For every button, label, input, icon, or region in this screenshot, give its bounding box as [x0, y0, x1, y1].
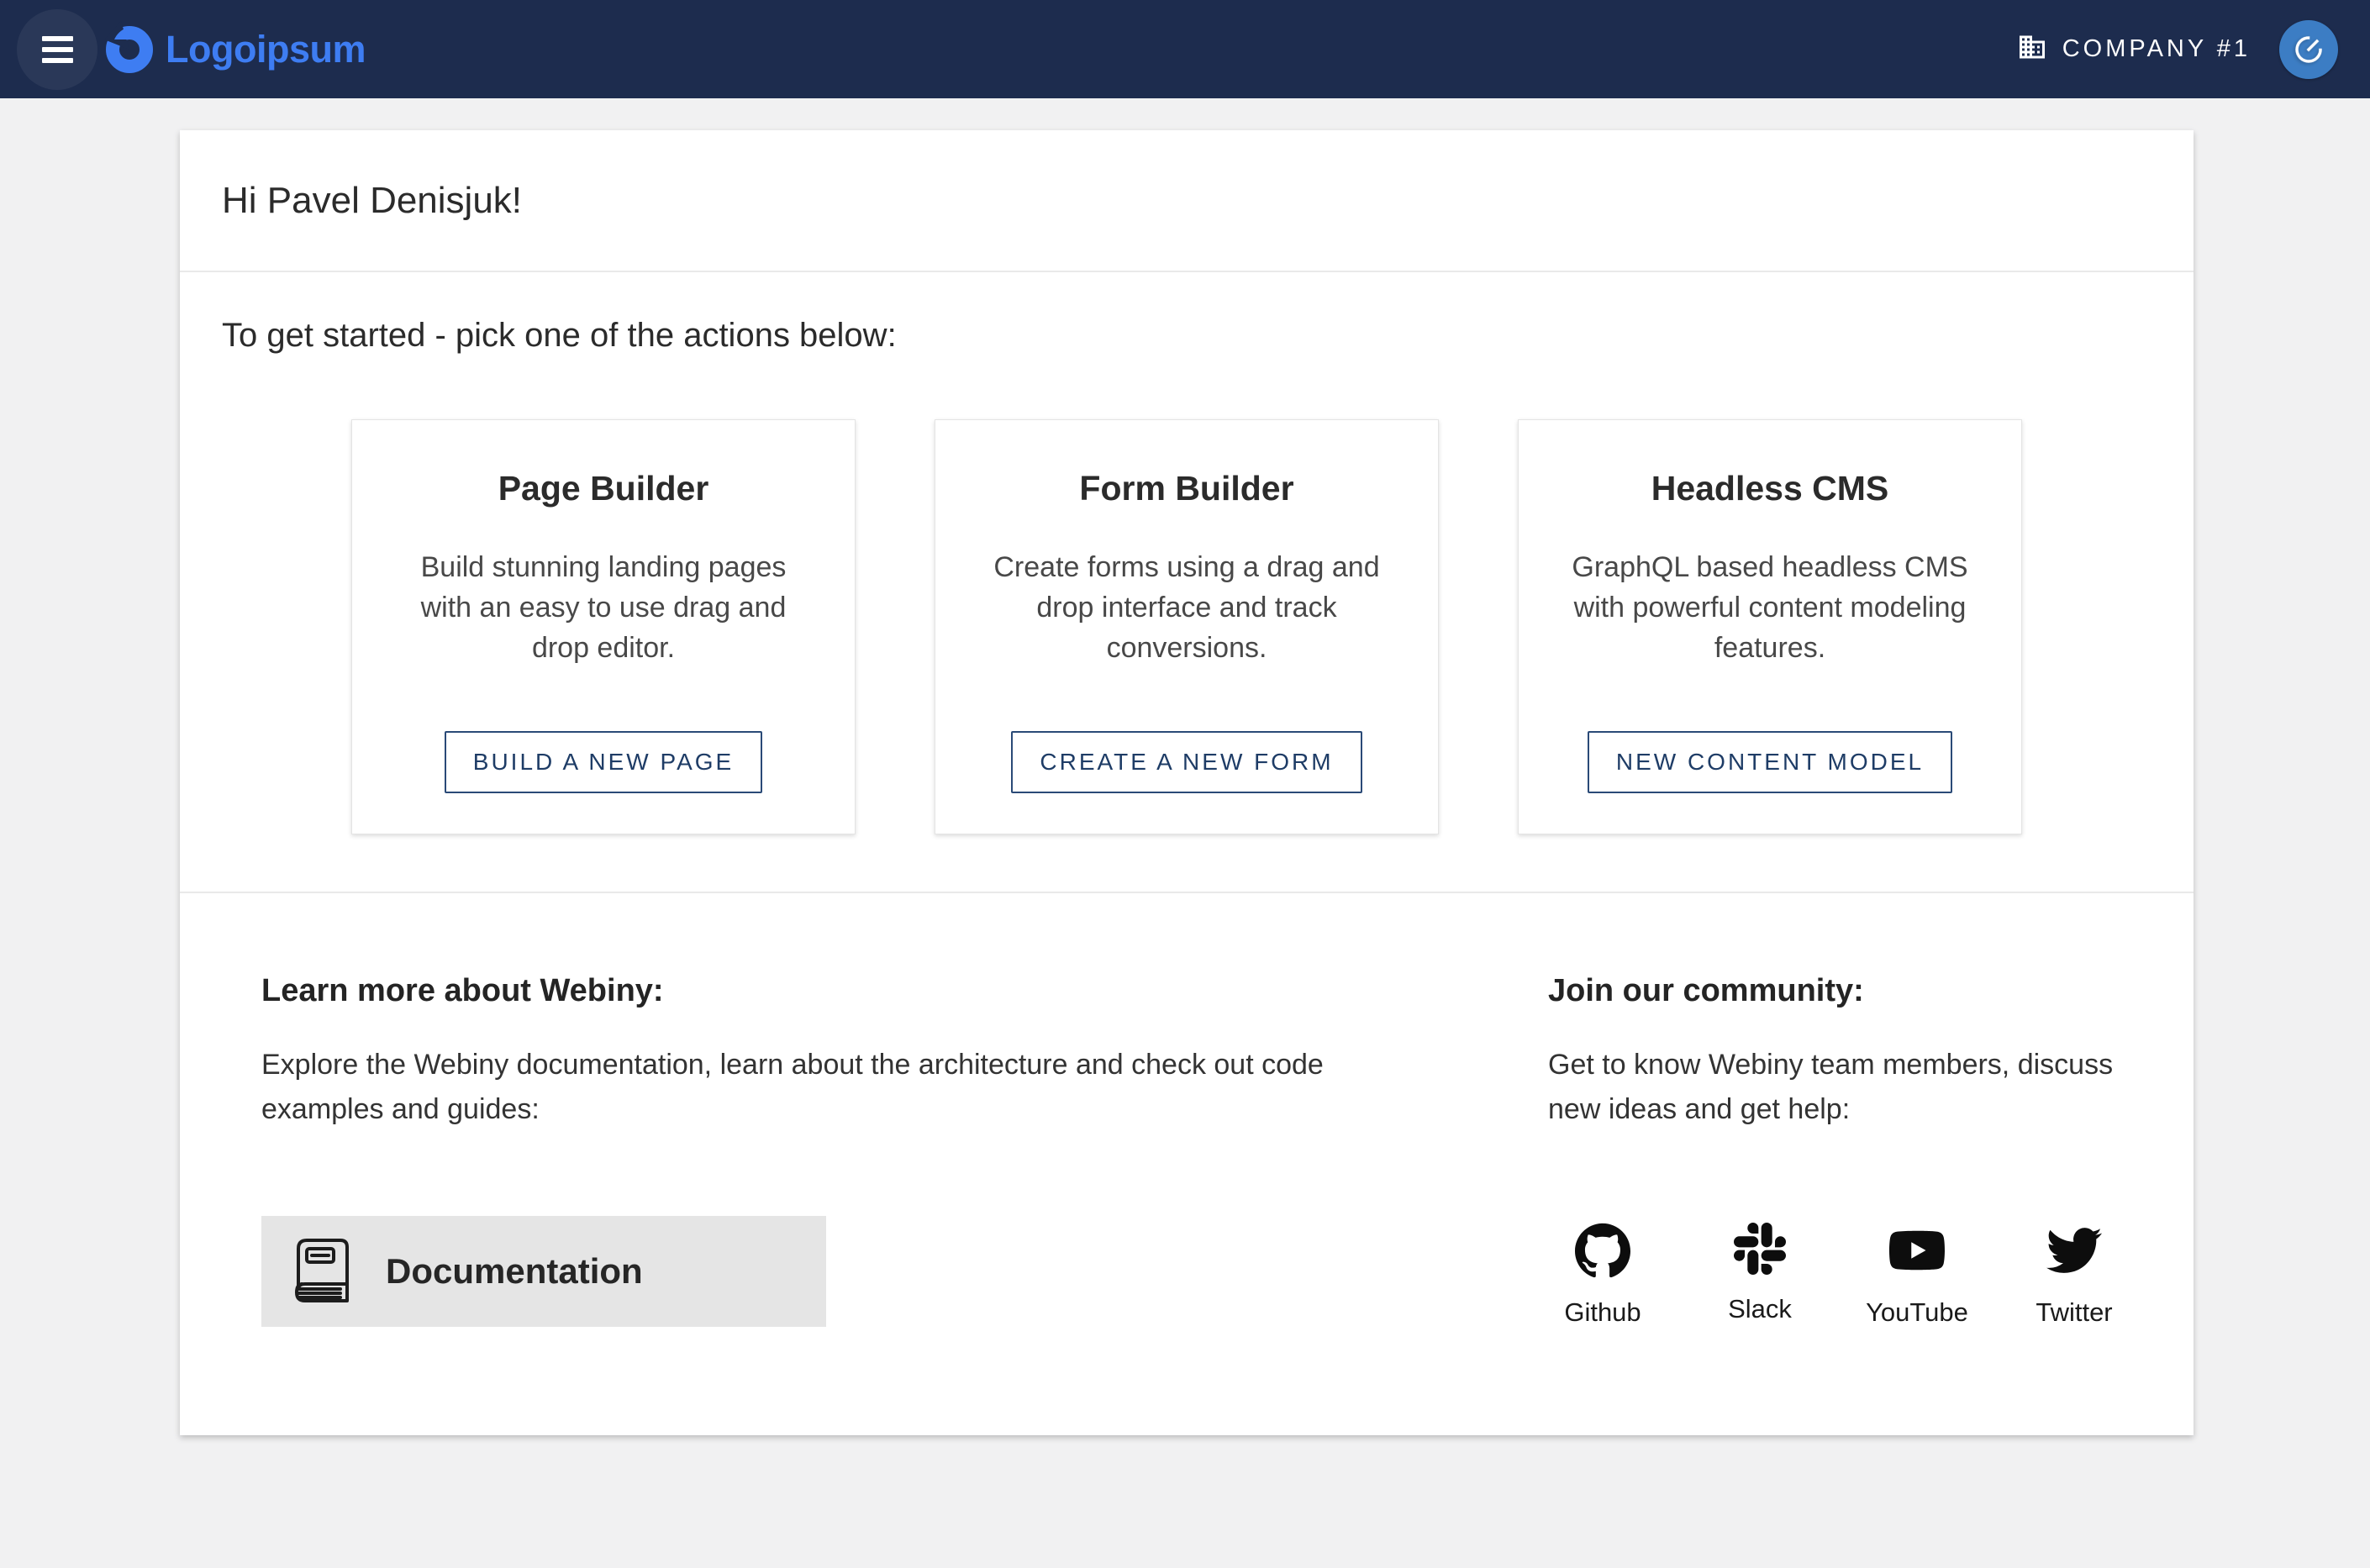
community-heading: Join our community: [1548, 973, 2136, 1009]
building-icon [2017, 32, 2047, 66]
github-icon [1575, 1223, 1630, 1282]
build-new-page-button[interactable]: BUILD A NEW PAGE [445, 731, 762, 793]
card-title: Page Builder [498, 469, 709, 508]
intro-text: To get started - pick one of the actions… [222, 317, 2151, 355]
twitter-link[interactable]: Twitter [2020, 1223, 2129, 1328]
company-label: COMPANY #1 [2062, 35, 2251, 63]
book-icon [290, 1234, 356, 1310]
card-description: Build stunning landing pages with an eas… [393, 547, 814, 668]
form-builder-card: Form Builder Create forms using a drag a… [935, 419, 1439, 834]
github-link[interactable]: Github [1548, 1223, 1657, 1328]
actions-section: To get started - pick one of the actions… [180, 272, 2194, 892]
community-paragraph: Get to know Webiny team members, discuss… [1548, 1043, 2136, 1132]
power-icon [2283, 24, 2333, 74]
company-selector[interactable]: COMPANY #1 [2017, 32, 2251, 66]
youtube-link[interactable]: YouTube [1862, 1223, 1972, 1328]
documentation-link[interactable]: Documentation [261, 1216, 826, 1327]
menu-button[interactable] [17, 9, 97, 90]
slack-link[interactable]: Slack [1705, 1223, 1814, 1328]
user-avatar[interactable] [2279, 20, 2338, 79]
logoipsum-mark-icon [103, 21, 155, 77]
headless-cms-card: Headless CMS GraphQL based headless CMS … [1518, 419, 2022, 834]
learn-more-heading: Learn more about Webiny: [261, 973, 1451, 1009]
learn-more-paragraph: Explore the Webiny documentation, learn … [261, 1043, 1451, 1132]
learn-more-column: Learn more about Webiny: Explore the Web… [261, 973, 1451, 1328]
twitter-icon [2046, 1223, 2102, 1282]
logo-text: Logoipsum [166, 28, 366, 71]
new-content-model-button[interactable]: NEW CONTENT MODEL [1588, 731, 1952, 793]
hamburger-icon [42, 36, 73, 41]
social-label: Slack [1728, 1294, 1792, 1324]
card-title: Form Builder [1079, 469, 1293, 508]
documentation-label: Documentation [386, 1251, 643, 1292]
greeting-section: Hi Pavel Denisjuk! [180, 130, 2194, 271]
top-app-bar: Logoipsum COMPANY #1 [0, 0, 2370, 98]
action-cards-row: Page Builder Build stunning landing page… [222, 419, 2151, 834]
card-description: Create forms using a drag and drop inter… [977, 547, 1397, 668]
create-new-form-button[interactable]: CREATE A NEW FORM [1011, 731, 1361, 793]
social-links-row: Github Slack You [1548, 1223, 2136, 1328]
social-label: Github [1564, 1297, 1641, 1328]
social-label: YouTube [1866, 1297, 1968, 1328]
bottom-section: Learn more about Webiny: Explore the Web… [180, 893, 2194, 1328]
social-label: Twitter [2036, 1297, 2112, 1328]
page-builder-card: Page Builder Build stunning landing page… [351, 419, 856, 834]
community-column: Join our community: Get to know Webiny t… [1548, 973, 2136, 1328]
card-description: GraphQL based headless CMS with powerful… [1560, 547, 1980, 668]
welcome-card: Hi Pavel Denisjuk! To get started - pick… [180, 130, 2194, 1435]
youtube-icon [1888, 1223, 1946, 1282]
card-title: Headless CMS [1651, 469, 1889, 508]
slack-icon [1734, 1223, 1786, 1279]
logo[interactable]: Logoipsum [103, 21, 366, 77]
page-title: Hi Pavel Denisjuk! [222, 180, 522, 222]
